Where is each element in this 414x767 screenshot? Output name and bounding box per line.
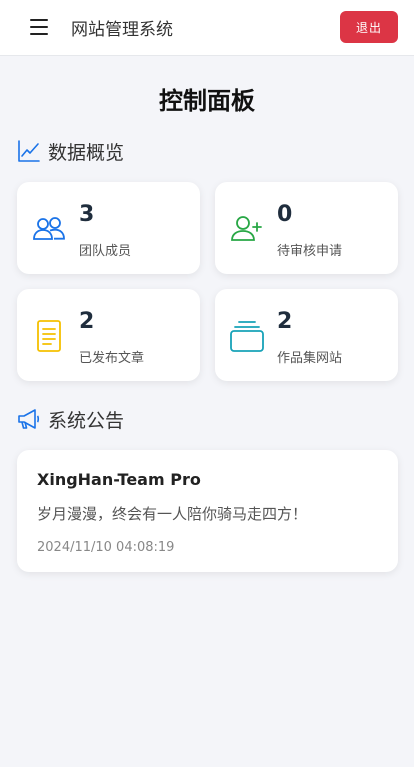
announcements-section-title: 系统公告 [48,409,125,432]
announcements-section-header: 系统公告 [17,406,124,432]
published-articles-label: 已发布文章 [79,351,145,366]
stat-card-team-members[interactable]: 3 团队成员 [17,182,200,274]
overview-section-header: 数据概览 [17,138,124,164]
menu-icon[interactable] [30,19,48,35]
app-title: 网站管理系统 [71,20,173,40]
announcement-content: 岁月漫漫，终会有一人陪你骑马走四方！ [37,505,308,523]
team-members-count: 3 [79,202,95,227]
document-icon [37,320,61,352]
collection-icon [230,321,264,352]
team-icon [33,217,65,240]
page-title: 控制面板 [159,87,255,115]
portfolio-sites-count: 2 [277,309,293,334]
portfolio-sites-label: 作品集网站 [277,351,343,366]
stat-card-published-articles[interactable]: 2 已发布文章 [17,289,200,381]
megaphone-icon [18,409,40,429]
announcement-timestamp: 2024/11/10 04:08:19 [37,540,175,555]
announcement-title: XingHan-Team Pro [37,470,201,489]
stat-card-portfolio-sites[interactable]: 2 作品集网站 [215,289,398,381]
announcement-card[interactable]: XingHan-Team Pro 岁月漫漫，终会有一人陪你骑马走四方！ 2024… [17,450,398,572]
stat-card-pending-applications[interactable]: 0 待审核申请 [215,182,398,274]
overview-section-title: 数据概览 [48,141,125,164]
published-articles-count: 2 [79,309,95,334]
user-plus-icon [231,216,262,241]
top-bar: 网站管理系统 退出 [0,0,414,56]
logout-button[interactable]: 退出 [340,11,398,43]
pending-applications-label: 待审核申请 [277,244,343,259]
team-members-label: 团队成员 [79,244,132,259]
pending-applications-count: 0 [277,202,293,227]
line-chart-icon [18,140,40,162]
